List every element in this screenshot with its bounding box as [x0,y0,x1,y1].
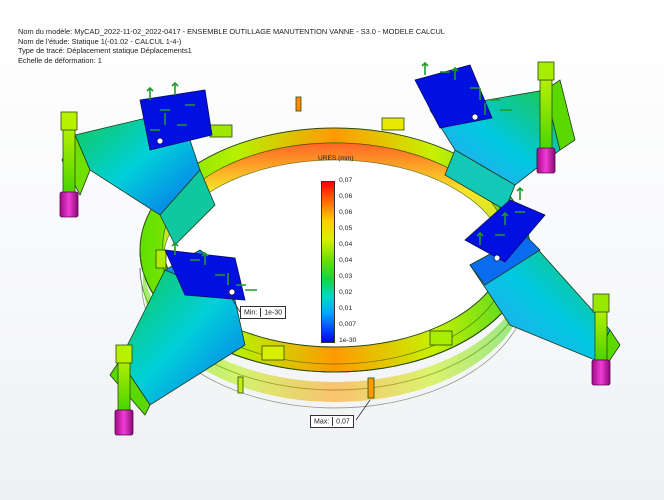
legend-tick: 0,007 [339,321,357,328]
max-callout[interactable]: Max: 0,07 [310,415,354,428]
results-legend: URES (mm) 0,07 0,06 0,06 0,05 0,04 0,04 … [318,155,368,345]
legend-tick: 0,07 [339,177,353,184]
legend-tick: 0,05 [339,225,353,232]
legend-tick: 0,01 [339,305,353,312]
legend-tick: 0,03 [339,273,353,280]
legend-tick: 0,02 [339,289,353,296]
legend-tick: 0,06 [339,209,353,216]
max-callout-leader [355,399,371,421]
legend-tick: 1e-30 [339,337,357,344]
min-callout-label: Min: [244,309,258,317]
legend-color-bar [321,181,335,343]
legend-tick: 0,04 [339,241,353,248]
min-callout-value: 1e-30 [264,309,283,317]
max-callout-value: 0,07 [336,418,350,426]
max-callout-label: Max: [314,418,330,426]
min-callout[interactable]: Min: 1e-30 [240,306,287,319]
legend-title: URES (mm) [318,155,354,162]
legend-tick: 0,04 [339,257,353,264]
legend-tick: 0,06 [339,193,353,200]
